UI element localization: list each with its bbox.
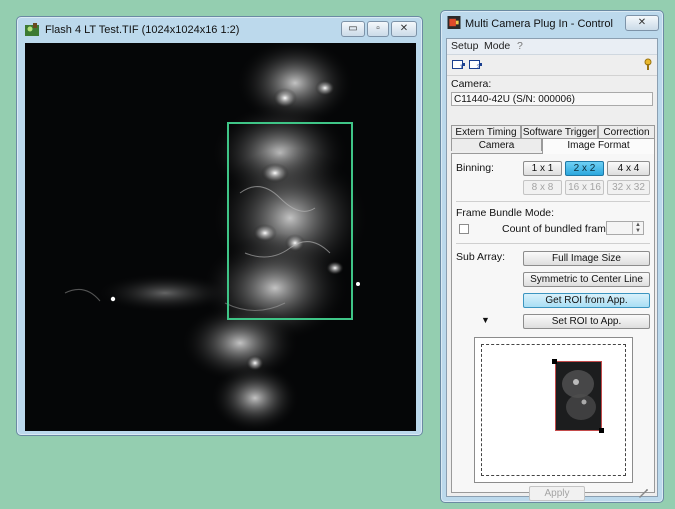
- camera-2-icon[interactable]: 2: [469, 58, 483, 71]
- roi-handle-top-left[interactable]: [552, 359, 557, 364]
- divider: [456, 201, 650, 202]
- image-window: Flash 4 LT Test.TIF (1024x1024x16 1:2) ▭…: [16, 16, 423, 436]
- apply-button[interactable]: Apply: [529, 486, 585, 501]
- bundled-frames-spinner[interactable]: ▲ ▼: [606, 221, 644, 235]
- collapse-arrow-icon[interactable]: ▼: [481, 315, 490, 325]
- frame-bundle-checkbox[interactable]: [459, 224, 469, 234]
- divider: [456, 243, 650, 244]
- menu-mode[interactable]: Mode: [484, 40, 510, 52]
- camera-label: Camera:: [451, 78, 492, 90]
- binning-label: Binning:: [456, 162, 494, 174]
- control-window: Multi Camera Plug In - Control ✕ Setup M…: [440, 10, 664, 503]
- binning-16x16-button[interactable]: 16 x 16: [565, 180, 604, 195]
- close-icon: ✕: [637, 17, 647, 28]
- microscopy-image[interactable]: [25, 43, 416, 431]
- toolbar: 1 2: [447, 55, 657, 76]
- camera-1-icon[interactable]: 1: [452, 58, 466, 71]
- control-window-title: Multi Camera Plug In - Control: [465, 18, 613, 30]
- binning-32x32-button[interactable]: 32 x 32: [607, 180, 650, 195]
- full-image-size-button[interactable]: Full Image Size: [523, 251, 650, 266]
- minimize-icon: ▭: [348, 23, 358, 34]
- plugin-app-icon: [447, 16, 461, 29]
- maximize-icon: ▫: [376, 23, 380, 34]
- pencil-icon[interactable]: [637, 487, 649, 499]
- roi-preview-image[interactable]: [555, 361, 602, 431]
- menu-setup[interactable]: Setup: [451, 40, 478, 52]
- menu-help[interactable]: ?: [517, 40, 523, 52]
- bundled-frames-label: Count of bundled frames:: [502, 223, 620, 235]
- fluorescence-image: [25, 43, 416, 431]
- tab-image-format[interactable]: Image Format: [542, 138, 655, 154]
- spinner-arrows-icon[interactable]: ▲ ▼: [632, 222, 643, 234]
- roi-rectangle[interactable]: [227, 122, 353, 320]
- binning-4x4-button[interactable]: 4 x 4: [607, 161, 650, 176]
- tab-extern-timing[interactable]: Extern Timing: [451, 125, 521, 138]
- image-window-title: Flash 4 LT Test.TIF (1024x1024x16 1:2): [45, 24, 240, 36]
- binning-2x2-button[interactable]: 2 x 2: [565, 161, 604, 176]
- set-roi-to-app-button[interactable]: Set ROI to App.: [523, 314, 650, 329]
- control-window-titlebar[interactable]: Multi Camera Plug In - Control ✕: [441, 11, 663, 37]
- camera-field: C11440-42U (S/N: 000006): [451, 92, 653, 106]
- close-icon: ✕: [399, 23, 409, 34]
- roi-preview[interactable]: [474, 337, 633, 483]
- tab-camera[interactable]: Camera: [451, 138, 542, 151]
- sub-array-label: Sub Array:: [456, 251, 506, 263]
- tab-correction[interactable]: Correction: [598, 125, 655, 138]
- menu-bar: Setup Mode ?: [447, 39, 657, 55]
- maximize-button[interactable]: ▫: [367, 21, 389, 37]
- frame-bundle-label: Frame Bundle Mode:: [456, 207, 555, 219]
- symmetric-center-line-button[interactable]: Symmetric to Center Line: [523, 272, 650, 287]
- minimize-button[interactable]: ▭: [341, 21, 365, 37]
- close-button[interactable]: ✕: [391, 21, 417, 37]
- binning-8x8-button[interactable]: 8 x 8: [523, 180, 562, 195]
- roi-handle-bottom-right[interactable]: [599, 428, 604, 433]
- get-roi-from-app-button[interactable]: Get ROI from App.: [523, 293, 650, 308]
- binning-1x1-button[interactable]: 1 x 1: [523, 161, 562, 176]
- microscope-image-icon: [25, 23, 39, 36]
- image-format-panel: Binning: 1 x 1 2 x 2 4 x 4 8 x 8 16 x 16…: [451, 153, 655, 493]
- tab-software-trigger[interactable]: Software Trigger: [521, 125, 598, 138]
- close-button[interactable]: ✕: [625, 15, 659, 31]
- control-body: Setup Mode ? 1 2 Camera: C11440-42U (S/N…: [446, 38, 658, 501]
- image-window-titlebar[interactable]: Flash 4 LT Test.TIF (1024x1024x16 1:2) ▭…: [17, 17, 422, 43]
- help-key-icon[interactable]: [641, 58, 655, 71]
- roi-thumbnail: [556, 362, 601, 430]
